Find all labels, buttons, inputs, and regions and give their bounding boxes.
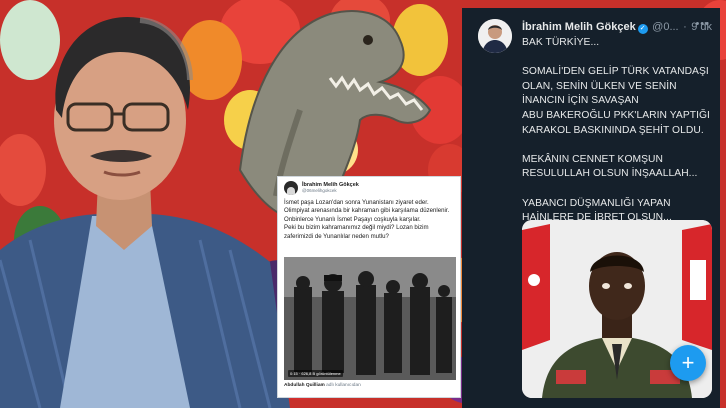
man-portrait-photo [0,16,290,408]
video-view-count: 0:15 · 626,8 B görüntülenme [288,370,343,377]
author-avatar-image [478,19,512,53]
author-handle: @06melihgokcek [302,188,337,193]
more-options-icon[interactable]: ••• [695,18,710,30]
tweet-header: İbrahim Melih Gökçek @06melihgokcek [278,177,460,195]
author-avatar[interactable] [478,19,512,53]
historical-crowd-photo [284,257,456,380]
time-separator: · [683,21,687,33]
embedded-tweet-card: İbrahim Melih Gökçek @06melihgokcek İsme… [277,176,461,398]
tweet-text: İsmet paşa Lozan'dan sonra Yunanistanı z… [284,199,450,240]
tweet-header: İbrahim Melih Gökçek ✓ @0... · 9 dk [522,17,712,35]
footer-user-name[interactable]: Abdullah Quilliam [284,383,325,388]
footer-suffix: adlı kullanıcıdan [326,383,361,388]
tweet-text: BAK TÜRKİYE... SOMALİ'DEN GELİP TÜRK VAT… [522,37,710,224]
compose-tweet-button[interactable]: + [670,345,706,381]
author-avatar [284,181,298,195]
collage-image: İbrahim Melih Gökçek @06melihgokcek İsme… [0,0,726,408]
author-name[interactable]: İbrahim Melih Gökçek [522,21,636,33]
author-handle[interactable]: @0... [652,21,678,33]
tweet-video-thumbnail: 0:15 · 626,8 B görüntülenme [284,257,456,380]
verified-badge-icon: ✓ [637,24,648,34]
tweet-footer: Abdullah Quilliam adlı kullanıcıdan [284,383,361,388]
